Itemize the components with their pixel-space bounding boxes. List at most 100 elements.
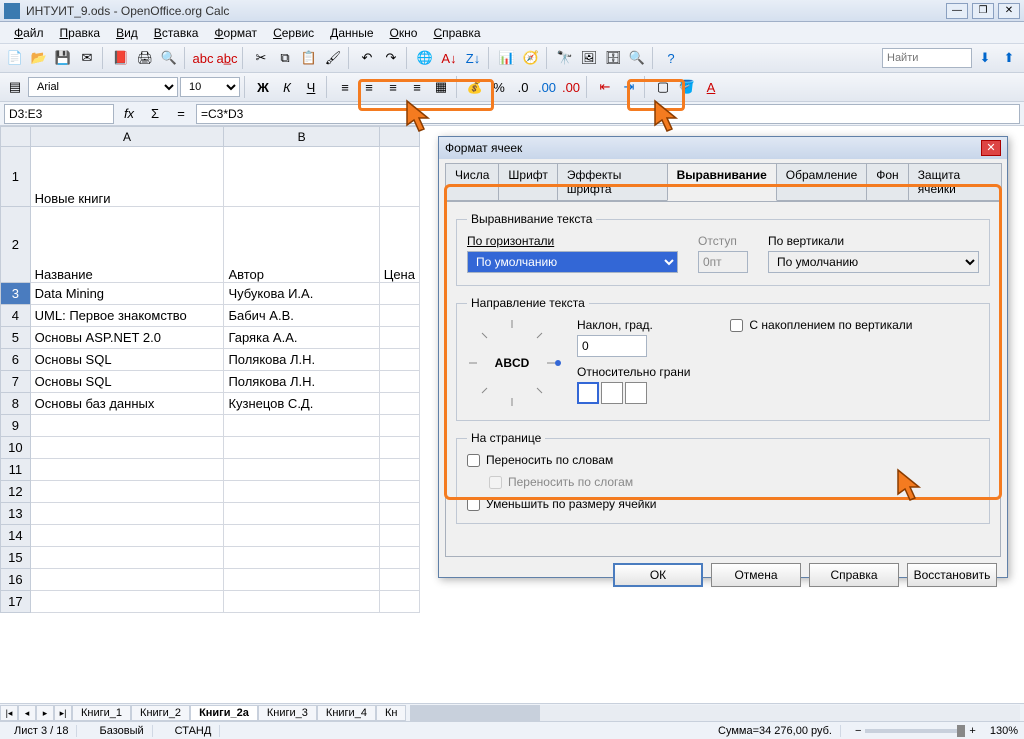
align-justify-button[interactable]: ≡: [406, 76, 428, 98]
menu-Вставка[interactable]: Вставка: [146, 24, 207, 42]
remove-decimal-button[interactable]: .00: [560, 76, 582, 98]
chart-button[interactable]: 📊: [496, 47, 518, 69]
cell-A4[interactable]: UML: Первое знакомство: [30, 305, 224, 327]
cell-C9[interactable]: [379, 415, 419, 437]
fontsize-combo[interactable]: 10: [180, 77, 240, 97]
cell-C16[interactable]: [379, 569, 419, 591]
menu-Справка[interactable]: Справка: [425, 24, 488, 42]
save-button[interactable]: 💾: [52, 47, 74, 69]
row-header-6[interactable]: 6: [1, 349, 31, 371]
merge-cells-button[interactable]: ▦: [430, 76, 452, 98]
datasources-button[interactable]: 🗄: [602, 47, 624, 69]
dialog-tab-1[interactable]: Шрифт: [498, 163, 557, 201]
underline-button[interactable]: Ч: [300, 76, 322, 98]
cell-A7[interactable]: Основы SQL: [30, 371, 224, 393]
cell-C6[interactable]: [379, 349, 419, 371]
row-header-1[interactable]: 1: [1, 147, 31, 207]
font-combo[interactable]: Arial: [28, 77, 178, 97]
row-header-11[interactable]: 11: [1, 459, 31, 481]
decimals-button[interactable]: .0: [512, 76, 534, 98]
col-header-B[interactable]: B: [224, 127, 379, 147]
row-header-10[interactable]: 10: [1, 437, 31, 459]
close-button[interactable]: ✕: [998, 3, 1020, 19]
row-header-3[interactable]: 3: [1, 283, 31, 305]
find-button[interactable]: 🔭: [554, 47, 576, 69]
maximize-button[interactable]: ❐: [972, 3, 994, 19]
dialog-tab-6[interactable]: Защита ячейки: [908, 163, 1002, 201]
tab-nav-prev[interactable]: ◂: [18, 705, 36, 721]
menu-Файл[interactable]: Файл: [6, 24, 52, 42]
search-down-button[interactable]: ⬇: [974, 47, 996, 69]
indent-input[interactable]: [698, 251, 748, 273]
cell-B3[interactable]: Чубукова И.А.: [224, 283, 379, 305]
reset-button[interactable]: Восстановить: [907, 563, 997, 587]
dialog-tab-2[interactable]: Эффекты шрифта: [557, 163, 668, 201]
dialog-tab-3[interactable]: Выравнивание: [667, 163, 777, 201]
cell-B7[interactable]: Полякова Л.Н.: [224, 371, 379, 393]
row-header-14[interactable]: 14: [1, 525, 31, 547]
cell-C4[interactable]: [379, 305, 419, 327]
cell-A11[interactable]: [30, 459, 224, 481]
vertical-stack-checkbox[interactable]: С накоплением по вертикали: [730, 318, 912, 332]
sheet-tab-Книги_3[interactable]: Книги_3: [258, 705, 317, 721]
function-wizard-button[interactable]: fx: [118, 103, 140, 125]
cell-C17[interactable]: [379, 591, 419, 613]
redo-button[interactable]: ↷: [380, 47, 402, 69]
cut-button[interactable]: ✂: [250, 47, 272, 69]
tab-nav-next[interactable]: ▸: [36, 705, 54, 721]
hyperlink-button[interactable]: 🌐: [414, 47, 436, 69]
increase-indent-button[interactable]: ⇥: [618, 76, 640, 98]
currency-button[interactable]: 💰: [464, 76, 486, 98]
align-left-button[interactable]: ≡: [334, 76, 356, 98]
edge-button-2[interactable]: [601, 382, 623, 404]
cell-B10[interactable]: [224, 437, 379, 459]
row-header-13[interactable]: 13: [1, 503, 31, 525]
cell-A15[interactable]: [30, 547, 224, 569]
align-center-button[interactable]: ≡: [358, 76, 380, 98]
search-input[interactable]: [882, 48, 972, 68]
sheet-tab-Книги_1[interactable]: Книги_1: [72, 705, 131, 721]
equals-button[interactable]: =: [170, 103, 192, 125]
cell-B1[interactable]: [224, 147, 379, 207]
row-header-17[interactable]: 17: [1, 591, 31, 613]
cell-B5[interactable]: Гаряка А.А.: [224, 327, 379, 349]
cell-A2[interactable]: Название: [30, 207, 224, 283]
bgcolor-button[interactable]: 🪣: [676, 76, 698, 98]
undo-button[interactable]: ↶: [356, 47, 378, 69]
edge-reference-buttons[interactable]: [577, 382, 667, 404]
cell-C5[interactable]: [379, 327, 419, 349]
paste-button[interactable]: 📋: [298, 47, 320, 69]
cell-B6[interactable]: Полякова Л.Н.: [224, 349, 379, 371]
email-button[interactable]: ✉: [76, 47, 98, 69]
cell-B8[interactable]: Кузнецов С.Д.: [224, 393, 379, 415]
sheet-tab-Книги_2[interactable]: Книги_2: [131, 705, 190, 721]
menu-Сервис[interactable]: Сервис: [265, 24, 322, 42]
wrap-text-checkbox[interactable]: Переносить по словам: [467, 453, 979, 467]
spell-button[interactable]: abc: [192, 47, 214, 69]
sort-desc-button[interactable]: Z↓: [462, 47, 484, 69]
angle-input[interactable]: [577, 335, 647, 357]
row-header-8[interactable]: 8: [1, 393, 31, 415]
decrease-indent-button[interactable]: ⇤: [594, 76, 616, 98]
cell-C13[interactable]: [379, 503, 419, 525]
cell-B15[interactable]: [224, 547, 379, 569]
zoom-in-icon[interactable]: +: [969, 725, 975, 737]
cell-A10[interactable]: [30, 437, 224, 459]
menu-Данные[interactable]: Данные: [322, 24, 381, 42]
vertical-align-select[interactable]: По умолчанию: [768, 251, 979, 273]
cell-B4[interactable]: Бабич А.В.: [224, 305, 379, 327]
menu-Окно[interactable]: Окно: [382, 24, 426, 42]
row-header-15[interactable]: 15: [1, 547, 31, 569]
new-doc-button[interactable]: 📄: [4, 47, 26, 69]
bold-button[interactable]: Ж: [252, 76, 274, 98]
autospell-button[interactable]: ab̲c: [216, 47, 238, 69]
cell-B2[interactable]: Автор: [224, 207, 379, 283]
row-header-5[interactable]: 5: [1, 327, 31, 349]
align-right-button[interactable]: ≡: [382, 76, 404, 98]
cell-reference-input[interactable]: [4, 104, 114, 124]
open-button[interactable]: 📂: [28, 47, 50, 69]
zoom-value[interactable]: 130%: [990, 725, 1018, 737]
cell-A16[interactable]: [30, 569, 224, 591]
rotation-dial[interactable]: ABCD: [467, 318, 557, 408]
row-header-16[interactable]: 16: [1, 569, 31, 591]
